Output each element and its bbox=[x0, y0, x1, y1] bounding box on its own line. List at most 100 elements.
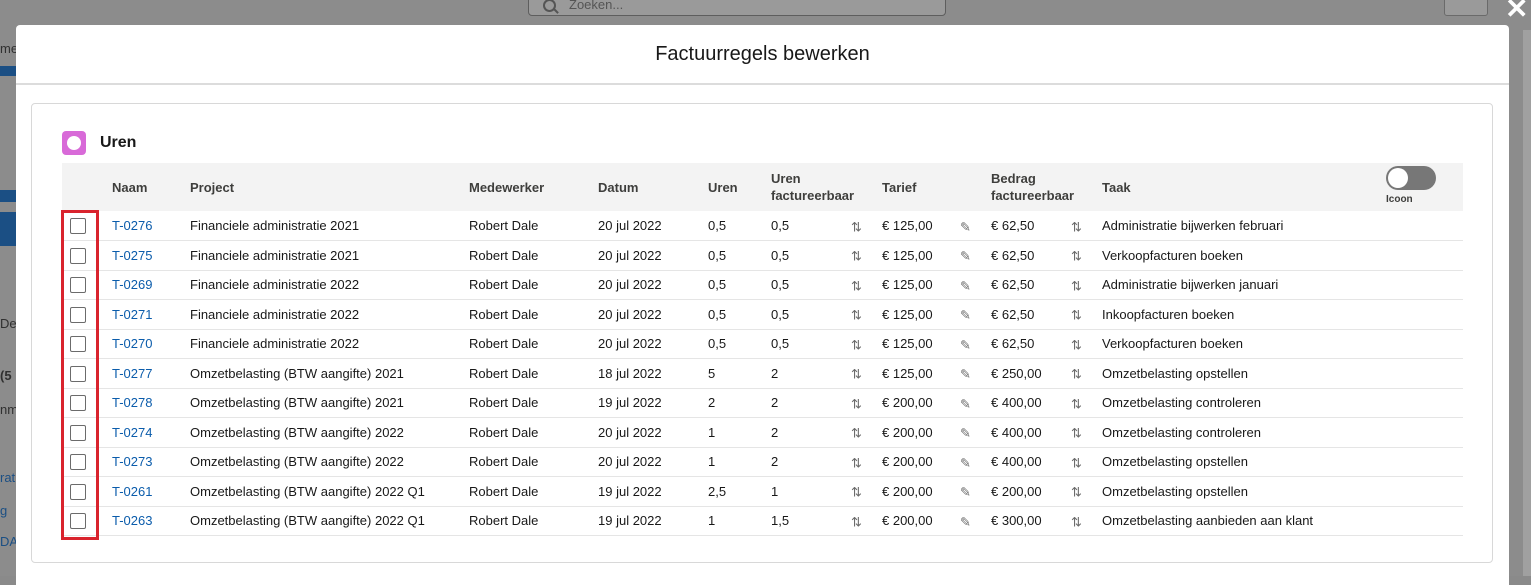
record-link[interactable]: T-0278 bbox=[112, 395, 152, 410]
uren-cell: 1 bbox=[708, 454, 716, 470]
close-icon[interactable]: ✕ bbox=[1505, 0, 1528, 25]
uren-factureerbaar-cell: 2 ⇅ bbox=[771, 359, 882, 389]
bg-fragment: (5 bbox=[0, 368, 12, 383]
row-checkbox[interactable] bbox=[70, 483, 86, 500]
swap-arrows-icon[interactable]: ⇅ bbox=[851, 278, 865, 294]
toggle-knob bbox=[1388, 168, 1408, 188]
column-header-taak[interactable]: Taak bbox=[1102, 163, 1381, 211]
swap-arrows-icon[interactable]: ⇅ bbox=[851, 485, 865, 501]
select-cell bbox=[62, 329, 112, 359]
swap-arrows-icon[interactable]: ⇅ bbox=[1071, 455, 1085, 471]
record-link[interactable]: T-0271 bbox=[112, 307, 152, 322]
row-checkbox[interactable] bbox=[70, 217, 86, 234]
swap-arrows-icon[interactable]: ⇅ bbox=[1071, 337, 1085, 353]
record-link[interactable]: T-0261 bbox=[112, 484, 152, 499]
uren-cell: 2 bbox=[708, 395, 716, 411]
row-checkbox[interactable] bbox=[70, 395, 86, 412]
swap-arrows-icon[interactable]: ⇅ bbox=[851, 308, 865, 324]
table-row: T-0275 Financiele administratie 2021 Rob… bbox=[62, 241, 1463, 270]
record-link[interactable]: T-0263 bbox=[112, 513, 152, 528]
select-cell bbox=[62, 300, 112, 330]
hours-table: Naam Project Medewerker Datum Uren Uren f… bbox=[62, 163, 1463, 536]
uren-cell: 1 bbox=[708, 424, 716, 440]
swap-arrows-icon[interactable]: ⇅ bbox=[851, 367, 865, 383]
row-checkbox[interactable] bbox=[70, 247, 86, 264]
bedrag-cell: € 400,00 ⇅ bbox=[991, 388, 1102, 418]
pencil-icon[interactable]: ✎ bbox=[960, 455, 971, 471]
pencil-icon[interactable]: ✎ bbox=[960, 514, 971, 530]
swap-arrows-icon[interactable]: ⇅ bbox=[851, 455, 865, 471]
table-row: T-0273 Omzetbelasting (BTW aangifte) 202… bbox=[62, 447, 1463, 477]
swap-arrows-icon[interactable]: ⇅ bbox=[1071, 426, 1085, 442]
tarief-cell: € 200,00 ✎ bbox=[882, 388, 991, 418]
bg-fragment: rat bbox=[0, 470, 16, 485]
swap-arrows-icon[interactable]: ⇅ bbox=[851, 426, 865, 442]
column-header-bedrag-factureerbaar[interactable]: Bedrag factureerbaar bbox=[991, 163, 1102, 211]
row-checkbox[interactable] bbox=[70, 454, 86, 471]
tarief-value: € 125,00 bbox=[882, 277, 933, 293]
record-link[interactable]: T-0277 bbox=[112, 366, 152, 381]
column-header-naam[interactable]: Naam bbox=[112, 163, 190, 211]
select-cell bbox=[62, 359, 112, 389]
pencil-icon[interactable]: ✎ bbox=[960, 278, 971, 294]
medewerker-cell: Robert Dale bbox=[469, 513, 539, 529]
column-header-datum[interactable]: Datum bbox=[598, 163, 708, 211]
row-checkbox[interactable] bbox=[70, 277, 86, 294]
tarief-cell: € 125,00 ✎ bbox=[882, 359, 991, 389]
search-icon bbox=[543, 0, 556, 12]
row-checkbox[interactable] bbox=[70, 306, 86, 323]
swap-arrows-icon[interactable]: ⇅ bbox=[851, 514, 865, 530]
pencil-icon[interactable]: ✎ bbox=[960, 396, 971, 412]
select-cell bbox=[62, 506, 112, 536]
select-column-header bbox=[62, 163, 112, 211]
swap-arrows-icon[interactable]: ⇅ bbox=[851, 219, 865, 235]
row-checkbox[interactable] bbox=[70, 365, 86, 382]
swap-arrows-icon[interactable]: ⇅ bbox=[1071, 367, 1085, 383]
column-header-medewerker[interactable]: Medewerker bbox=[469, 163, 598, 211]
record-link[interactable]: T-0270 bbox=[112, 336, 152, 351]
pencil-icon[interactable]: ✎ bbox=[960, 308, 971, 324]
column-header-tarief[interactable]: Tarief bbox=[882, 163, 991, 211]
swap-arrows-icon[interactable]: ⇅ bbox=[1071, 278, 1085, 294]
swap-arrows-icon[interactable]: ⇅ bbox=[1071, 485, 1085, 501]
tarief-cell: € 125,00 ✎ bbox=[882, 211, 991, 241]
pencil-icon[interactable]: ✎ bbox=[960, 219, 971, 235]
tarief-value: € 125,00 bbox=[882, 306, 933, 322]
swap-arrows-icon[interactable]: ⇅ bbox=[851, 396, 865, 412]
column-header-project[interactable]: Project bbox=[190, 163, 469, 211]
pencil-icon[interactable]: ✎ bbox=[960, 337, 971, 353]
row-checkbox[interactable] bbox=[70, 336, 86, 353]
swap-arrows-icon[interactable]: ⇅ bbox=[1071, 249, 1085, 265]
swap-arrows-icon[interactable]: ⇅ bbox=[1071, 219, 1085, 235]
record-link[interactable]: T-0276 bbox=[112, 218, 152, 233]
bg-stripe bbox=[0, 190, 16, 202]
tarief-value: € 200,00 bbox=[882, 395, 933, 411]
swap-arrows-icon[interactable]: ⇅ bbox=[1071, 514, 1085, 530]
record-link[interactable]: T-0269 bbox=[112, 277, 152, 292]
icon-toggle[interactable] bbox=[1386, 166, 1436, 190]
record-link[interactable]: T-0273 bbox=[112, 454, 152, 469]
record-link[interactable]: T-0275 bbox=[112, 248, 152, 263]
pencil-icon[interactable]: ✎ bbox=[960, 249, 971, 265]
swap-arrows-icon[interactable]: ⇅ bbox=[1071, 396, 1085, 412]
pencil-icon[interactable]: ✎ bbox=[960, 426, 971, 442]
column-header-uren-factureerbaar[interactable]: Uren factureerbaar bbox=[771, 163, 882, 211]
table-row: T-0270 Financiele administratie 2022 Rob… bbox=[62, 329, 1463, 359]
row-checkbox[interactable] bbox=[70, 513, 86, 530]
uren-factureerbaar-cell: 1 ⇅ bbox=[771, 477, 882, 507]
bedrag-cell: € 62,50 ⇅ bbox=[991, 329, 1102, 359]
swap-arrows-icon[interactable]: ⇅ bbox=[851, 249, 865, 265]
bedrag-cell: € 250,00 ⇅ bbox=[991, 359, 1102, 389]
select-cell bbox=[62, 447, 112, 477]
project-cell: Omzetbelasting (BTW aangifte) 2021 bbox=[190, 395, 404, 411]
row-checkbox[interactable] bbox=[70, 424, 86, 441]
column-header-uren[interactable]: Uren bbox=[708, 163, 771, 211]
tarief-cell: € 125,00 ✎ bbox=[882, 270, 991, 300]
pencil-icon[interactable]: ✎ bbox=[960, 485, 971, 501]
record-link[interactable]: T-0274 bbox=[112, 425, 152, 440]
swap-arrows-icon[interactable]: ⇅ bbox=[1071, 308, 1085, 324]
tarief-cell: € 200,00 ✎ bbox=[882, 447, 991, 477]
uren-factureerbaar-cell: 2 ⇅ bbox=[771, 418, 882, 448]
pencil-icon[interactable]: ✎ bbox=[960, 367, 971, 383]
swap-arrows-icon[interactable]: ⇅ bbox=[851, 337, 865, 353]
